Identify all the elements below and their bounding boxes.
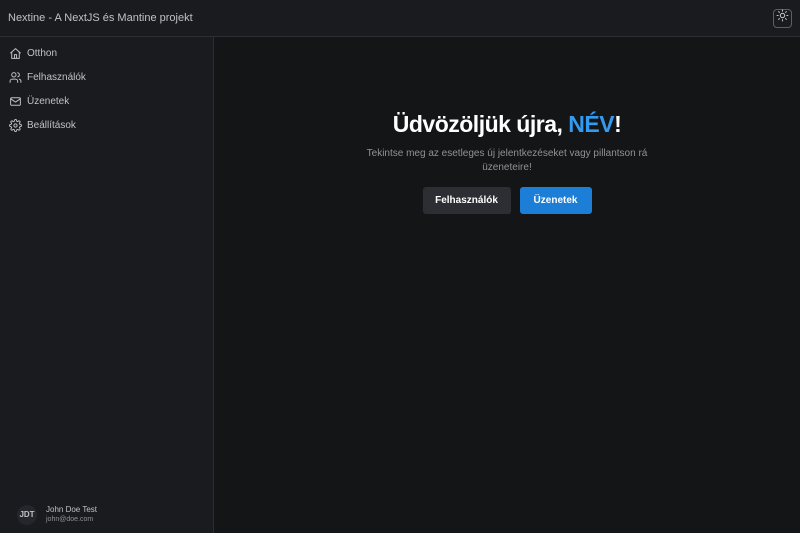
theme-toggle-button[interactable] bbox=[773, 8, 792, 28]
hero-buttons: Felhasználók Üzenetek bbox=[214, 187, 800, 214]
sidebar-item-messages[interactable]: Üzenetek bbox=[0, 89, 213, 113]
title-prefix: Üdvözöljük újra, bbox=[392, 111, 569, 137]
avatar: JDT bbox=[17, 504, 37, 525]
user-name: John Doe Test bbox=[46, 505, 97, 514]
user-email: john@doe.com bbox=[46, 516, 94, 523]
welcome-hero: Üdvözöljük újra, NÉV! Tekintse meg az es… bbox=[214, 110, 800, 214]
sun-icon bbox=[776, 9, 789, 27]
main-content: Üdvözöljük újra, NÉV! Tekintse meg az es… bbox=[214, 37, 800, 533]
sidebar-item-label: Üzenetek bbox=[27, 95, 70, 107]
users-icon bbox=[8, 70, 22, 84]
sidebar-item-home[interactable]: Otthon bbox=[0, 41, 213, 65]
users-button[interactable]: Felhasználók bbox=[422, 187, 511, 214]
sidebar: Otthon Felhasználók Üzenetek Beállítások… bbox=[0, 37, 214, 533]
sidebar-item-label: Felhasználók bbox=[27, 71, 86, 83]
user-info: John Doe Test john@doe.com bbox=[46, 504, 97, 525]
user-profile[interactable]: JDT John Doe Test john@doe.com bbox=[17, 504, 97, 525]
page-title: Üdvözöljük újra, NÉV! bbox=[214, 110, 800, 138]
sidebar-nav: Otthon Felhasználók Üzenetek Beállítások bbox=[0, 37, 213, 137]
sidebar-item-label: Beállítások bbox=[27, 119, 76, 131]
app-title: Nextine - A NextJS és Mantine projekt bbox=[8, 12, 193, 24]
sidebar-item-settings[interactable]: Beállítások bbox=[0, 113, 213, 137]
sidebar-item-users[interactable]: Felhasználók bbox=[0, 65, 213, 89]
home-icon bbox=[8, 46, 22, 60]
sidebar-item-label: Otthon bbox=[27, 47, 58, 59]
gear-icon bbox=[8, 118, 22, 132]
title-accent: NÉV bbox=[568, 111, 615, 137]
mail-icon bbox=[8, 94, 22, 108]
title-suffix: ! bbox=[614, 111, 622, 137]
app-header: Nextine - A NextJS és Mantine projekt bbox=[0, 0, 800, 37]
messages-button[interactable]: Üzenetek bbox=[519, 187, 592, 214]
page-subtitle: Tekintse meg az esetleges új jelentkezés… bbox=[366, 148, 648, 173]
